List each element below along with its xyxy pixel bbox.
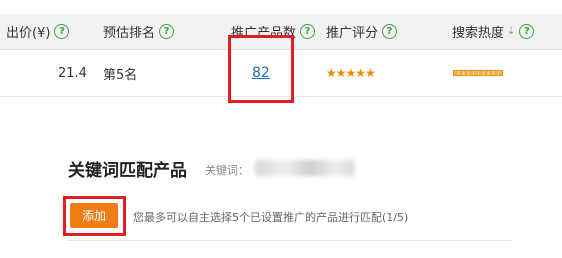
col-header-rank-label: 预估排名 (103, 26, 156, 41)
divider (67, 240, 512, 241)
keyword-value-blurred (255, 160, 355, 176)
help-icon[interactable]: ? (382, 24, 398, 39)
highlight-box-product-count (228, 35, 294, 103)
col-header-bid: 出价(¥) ? (6, 14, 70, 49)
section-title: 关键词匹配产品 (68, 161, 187, 181)
hint-text: 您最多可以自主选择5个已设置推广的产品进行匹配(1/5) (133, 211, 409, 224)
search-heat-bar (453, 70, 503, 76)
rank-value: 第5名 (103, 67, 138, 83)
col-header-search-heat-label: 搜索热度 (452, 26, 505, 41)
bid-value: 21.4 (58, 65, 87, 81)
col-header-rating: 推广评分 ? (326, 14, 398, 49)
keyword-label: 关键词： (205, 164, 249, 177)
sort-down-arrow-icon[interactable]: ⇣ (507, 26, 515, 37)
help-icon[interactable]: ? (159, 24, 175, 39)
help-icon[interactable]: ? (519, 24, 535, 39)
col-header-rating-label: 推广评分 (326, 26, 379, 41)
highlight-box-add-button (63, 196, 126, 236)
col-header-rank: 预估排名 ? (103, 14, 175, 49)
rating-stars: ★★★★★ (326, 66, 376, 80)
help-icon[interactable]: ? (54, 24, 70, 39)
help-icon[interactable]: ? (300, 24, 316, 39)
col-header-search-heat[interactable]: 搜索热度 ⇣ ? (452, 14, 535, 49)
col-header-bid-label: 出价(¥) (6, 26, 51, 41)
